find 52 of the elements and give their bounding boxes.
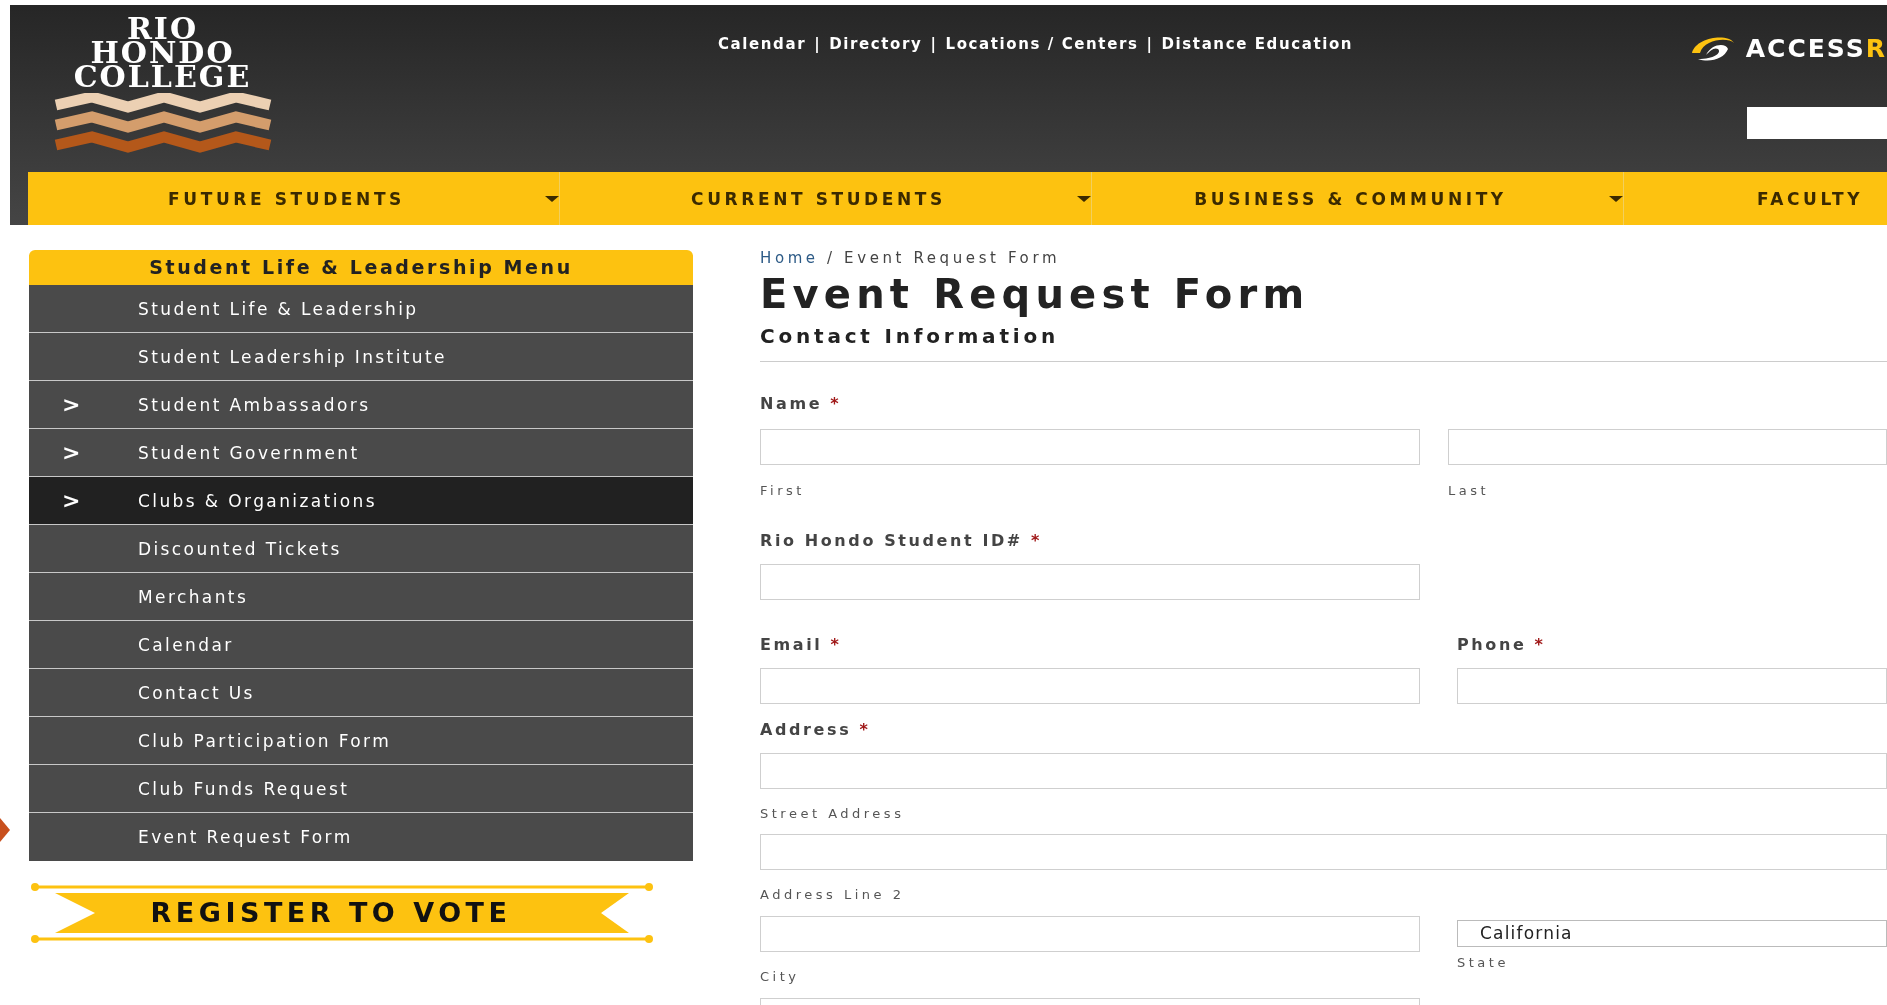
text-field[interactable]: [1448, 429, 1887, 465]
link-separator: |: [1146, 35, 1154, 55]
text-field[interactable]: [760, 668, 1420, 704]
text-field[interactable]: [1457, 668, 1887, 704]
field-label: Rio Hondo Student ID# *: [760, 531, 1043, 551]
top-link[interactable]: Directory: [829, 35, 923, 55]
field-label: Phone *: [1457, 635, 1547, 655]
menu-item[interactable]: Merchants: [29, 573, 693, 621]
menu-item[interactable]: Calendar: [29, 621, 693, 669]
page-title: Event Request Form: [760, 270, 1311, 318]
section-heading: Contact Information: [760, 323, 1060, 350]
field-hint: First: [760, 483, 806, 499]
link-separator: |: [814, 35, 822, 55]
breadcrumb: Home / Event Request Form: [760, 248, 1062, 268]
text-field[interactable]: [760, 429, 1420, 465]
search-field[interactable]: [1747, 107, 1887, 139]
college-logo-text: RIO HONDO COLLEGE: [73, 17, 252, 89]
top-link[interactable]: Distance Education: [1161, 35, 1354, 55]
nav-menu-item[interactable]: FUTURE STUDENTS: [28, 172, 560, 225]
menu-item[interactable]: Club Participation Form: [29, 717, 693, 765]
menu-item[interactable]: Discounted Tickets: [29, 525, 693, 573]
field-label: Address *: [760, 720, 872, 740]
breadcrumb-link[interactable]: Home: [760, 249, 819, 267]
menu-item[interactable]: Student Leadership Institute: [29, 333, 693, 381]
field-label: Name *: [760, 394, 843, 414]
field-hint: Street Address: [760, 806, 906, 822]
pointer-icon: [0, 818, 10, 842]
menu-item[interactable]: Event Request Form: [29, 813, 693, 861]
text-field[interactable]: [760, 834, 1887, 870]
menu-item[interactable]: > Student Government: [29, 429, 693, 477]
field-hint: Last: [1448, 483, 1491, 499]
access-logo-text: ACCESS R: [1745, 33, 1887, 63]
text-field[interactable]: [760, 916, 1420, 952]
link-separator: |: [930, 35, 938, 55]
menu-item[interactable]: Contact Us: [29, 669, 693, 717]
menu-item[interactable]: Student Life & Leadership: [29, 285, 693, 333]
top-link[interactable]: Locations / Centers: [945, 35, 1139, 55]
nav-menu-item[interactable]: BUSINESS & COMMUNITY: [1092, 172, 1624, 225]
text-field[interactable]: [760, 564, 1420, 600]
state-select[interactable]: California: [1457, 920, 1887, 947]
menu-item[interactable]: > Student Ambassadors: [29, 381, 693, 429]
top-link[interactable]: Calendar: [718, 35, 807, 55]
field-hint: City: [760, 969, 801, 985]
field-label: Email *: [760, 635, 843, 655]
nav-menu-item[interactable]: FACULTY: [1624, 172, 1887, 225]
text-field[interactable]: [760, 753, 1887, 789]
field-hint: Address Line 2: [760, 887, 906, 903]
menu-title: Student Life & Leadership Menu: [29, 250, 693, 285]
field-hint: State: [1457, 955, 1510, 971]
nav-menu-item[interactable]: CURRENT STUDENTS: [560, 172, 1092, 225]
menu-item[interactable]: > Clubs & Organizations: [29, 477, 693, 525]
menu-item[interactable]: Club Funds Request: [29, 765, 693, 813]
